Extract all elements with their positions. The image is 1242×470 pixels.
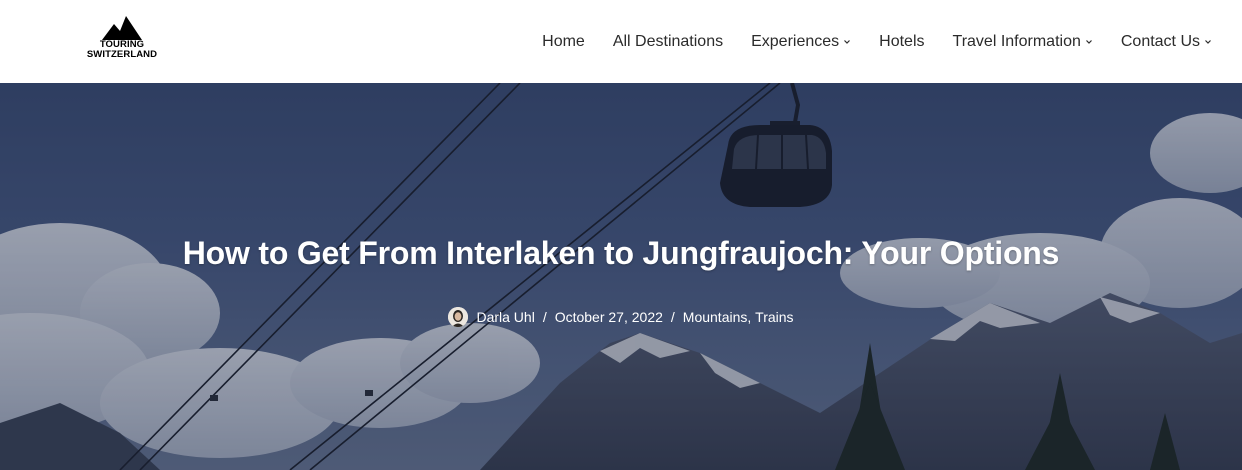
nav-item-all-destinations[interactable]: All Destinations (613, 33, 723, 51)
nav-item-label: Experiences (751, 32, 840, 50)
nav-item-contact-us[interactable]: Contact Us (1121, 33, 1212, 51)
mountain-peaks-icon (102, 16, 142, 40)
author-avatar[interactable] (448, 307, 469, 327)
nav-item-experiences[interactable]: Experiences (751, 33, 851, 51)
category-link-trains[interactable]: Trains (755, 309, 793, 325)
post-date: October 27, 2022 (554, 309, 663, 325)
nav-item-label: Home (542, 32, 585, 50)
hero-overlay (0, 83, 1242, 470)
meta-separator: / (542, 309, 547, 325)
site-logo[interactable]: TOURING SWITZERLAND (84, 16, 160, 66)
main-nav: Home All Destinations Experiences Hotels… (514, 0, 1212, 83)
category-link-mountains[interactable]: Mountains (683, 309, 748, 325)
nav-item-label: All Destinations (612, 32, 724, 50)
nav-item-hotels[interactable]: Hotels (879, 33, 924, 51)
author-link[interactable]: Darla Uhl (476, 309, 534, 325)
nav-item-home[interactable]: Home (542, 33, 585, 51)
nav-item-label: Contact Us (1120, 32, 1200, 50)
category-delimiter: , (747, 309, 752, 325)
hero-banner: How to Get From Interlaken to Jungfraujo… (0, 83, 1242, 470)
logo-text-line2: SWITZERLAND (86, 49, 158, 60)
site-header: TOURING SWITZERLAND Home All Destination… (0, 0, 1242, 83)
nav-item-label: Hotels (879, 32, 925, 50)
chevron-down-icon (1205, 39, 1211, 44)
nav-item-travel-information[interactable]: Travel Information (953, 33, 1093, 51)
post-title: How to Get From Interlaken to Jungfraujo… (182, 235, 1060, 271)
chevron-down-icon (844, 39, 851, 44)
chevron-down-icon (1085, 39, 1092, 44)
avatar-photo (448, 307, 469, 327)
nav-item-label: Travel Information (952, 32, 1081, 50)
post-meta: Darla Uhl / October 27, 2022 / Mountains… (0, 307, 1242, 327)
meta-separator: / (670, 309, 675, 325)
